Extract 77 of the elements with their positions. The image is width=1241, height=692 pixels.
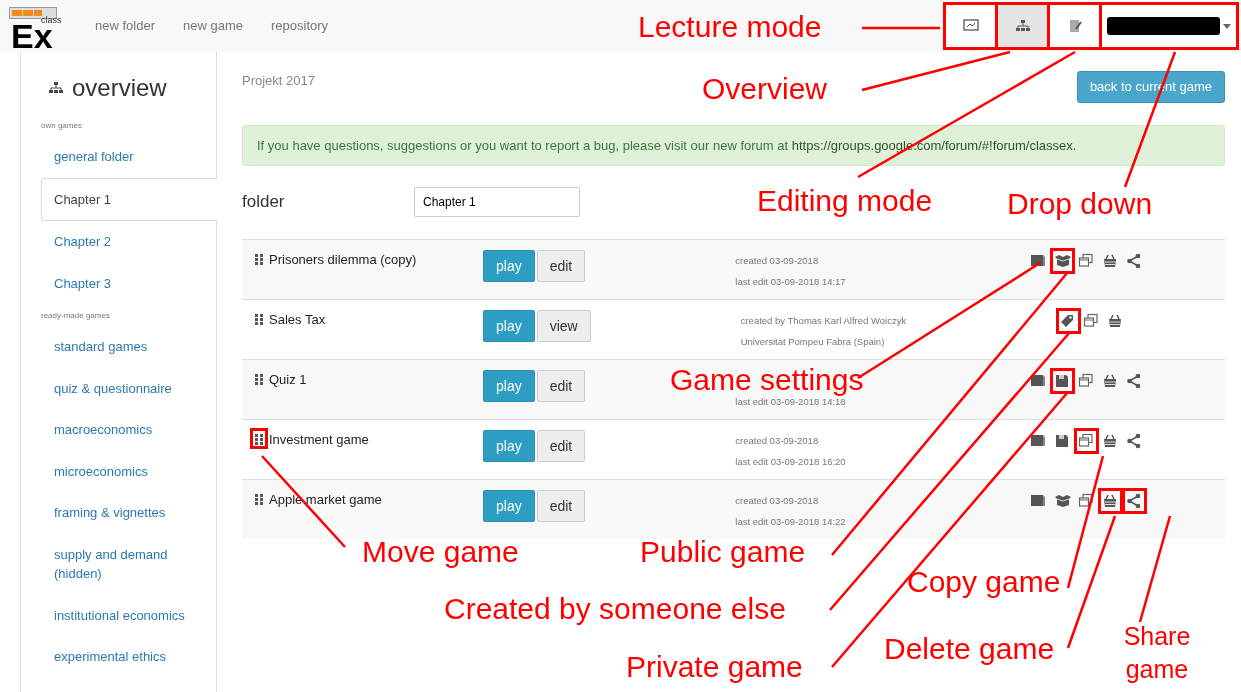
sidebar-item[interactable]: general folder [21, 136, 211, 178]
sidebar-item[interactable]: microeconomics [21, 450, 211, 492]
play-button[interactable]: play [483, 310, 535, 342]
drag-handle-icon[interactable] [252, 430, 266, 447]
open-box-icon[interactable] [1053, 493, 1072, 509]
mode-button[interactable] [945, 4, 997, 48]
meta-text: created 03-09-2018 [735, 434, 820, 448]
game-name: Sales Tax [269, 311, 326, 329]
action-button[interactable]: view [536, 310, 591, 342]
sidebar-item[interactable]: experimental ethics [21, 636, 211, 678]
callout-label: Created by someone else [444, 592, 786, 625]
sidebar-item[interactable]: macroeconomics [21, 409, 211, 451]
callout-label: Public game [640, 535, 806, 568]
presentation-icon [963, 18, 979, 34]
play-button[interactable]: play [483, 490, 535, 522]
meta-text: last edit 03-09-2018 16:20 [735, 455, 847, 469]
callout-label: Move game [362, 535, 519, 568]
sidebar-title: overview [72, 73, 167, 103]
clipboard-pencil-icon [1067, 18, 1083, 34]
windows-icon[interactable] [1077, 373, 1096, 389]
meta-text: Universitat Pompeu Fabra (Spain) [740, 335, 886, 349]
logo-text: class [41, 16, 62, 25]
sidebar-item[interactable]: Chapter 3 [21, 262, 211, 304]
play-button[interactable]: play [483, 250, 535, 282]
game-name: Apple market game [269, 491, 382, 509]
callout-label: Overview [702, 72, 828, 105]
nav-link[interactable]: new folder [95, 16, 155, 36]
field-label: folder [242, 191, 286, 214]
section-heading: ready-made games [41, 310, 111, 322]
caret-icon [1223, 24, 1231, 30]
action-button[interactable]: edit [536, 430, 586, 462]
windows-icon[interactable] [1077, 493, 1096, 509]
mode-button[interactable] [997, 4, 1049, 48]
action-button[interactable]: edit [536, 370, 586, 402]
hierarchy-icon [1015, 18, 1031, 34]
action-button[interactable]: edit [536, 490, 586, 522]
settings-icon[interactable] [1029, 373, 1048, 389]
action-button[interactable]: edit [536, 250, 586, 282]
nav-link[interactable]: repository [270, 16, 329, 36]
play-button[interactable]: play [483, 430, 535, 462]
callout-label: Drop down [1007, 187, 1153, 220]
game-name: Prisoners dilemma (copy) [269, 251, 417, 269]
meta-text: created by Thomas Karl Alfred Woiczyk [740, 314, 908, 328]
callout-label: Delete game [884, 632, 1055, 665]
nav-link[interactable]: new game [183, 16, 243, 36]
settings-icon[interactable] [1029, 493, 1048, 509]
game-name: Investment game [269, 431, 369, 449]
windows-icon[interactable] [1077, 433, 1096, 449]
meta-text: last edit 03-09-2018 14:18 [735, 396, 847, 409]
callout-label: Game settings [670, 363, 864, 396]
open-box-icon[interactable] [1053, 253, 1072, 269]
windows-icon[interactable] [1077, 253, 1096, 269]
settings-icon[interactable] [1029, 253, 1048, 269]
sidebar-item[interactable]: standard games [21, 326, 211, 368]
meta-text: last edit 03-09-2018 14:17 [735, 275, 847, 289]
meta-text: created 03-09-2018 [735, 494, 820, 508]
project-title: Projekt 2017 [242, 72, 315, 90]
meta-text: created 03-09-2018 [735, 254, 820, 268]
callout-label: Editing mode [757, 184, 933, 217]
folder-name-field[interactable]: Chapter 1 [414, 187, 580, 217]
sidebar-item[interactable]: institutional economics [21, 594, 211, 636]
settings-icon[interactable] [1029, 433, 1048, 449]
sidebar-item[interactable]: Chapter 2 [21, 221, 211, 263]
sidebar-item[interactable]: framing & vignettes [21, 492, 211, 534]
meta-text: last edit 03-09-2018 14:22 [735, 515, 847, 529]
callout-label: Private game [626, 650, 803, 683]
game-name: Quiz 1 [269, 371, 307, 389]
sidebar-item[interactable]: supply and demand (hidden) [21, 533, 211, 595]
callout-label: Copy game [907, 565, 1061, 598]
sidebar-item[interactable]: quiz & questionnaire [21, 367, 211, 409]
sidebar-item[interactable]: Chapter 1 [41, 177, 217, 221]
play-button[interactable]: play [483, 370, 535, 402]
callout-label: Lecture mode [638, 10, 822, 43]
callout-label: Share game [1122, 621, 1192, 685]
user-dropdown[interactable] [1101, 4, 1237, 48]
mode-button[interactable] [1049, 4, 1101, 48]
section-heading: own games [41, 120, 83, 132]
